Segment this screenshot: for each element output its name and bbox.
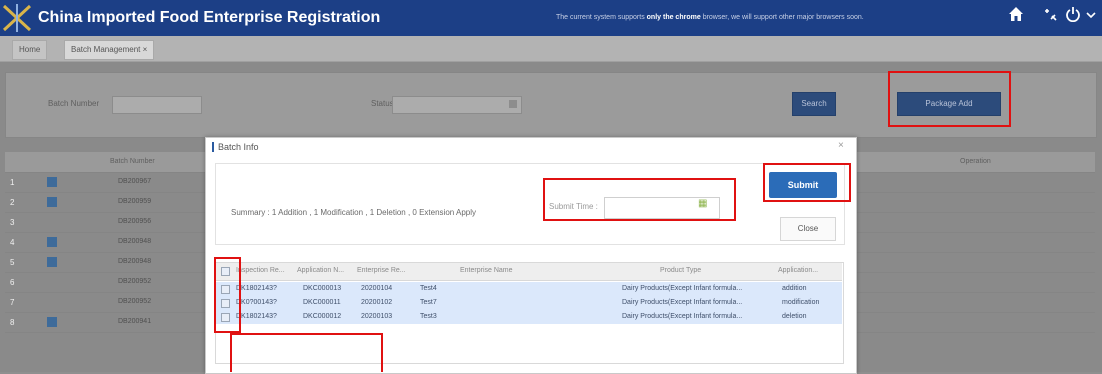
status-select[interactable] <box>392 96 522 114</box>
cell-inspection: DK1802143? <box>236 313 277 320</box>
cell-enterprise-name: Test7 <box>420 299 437 306</box>
close-icon[interactable]: × <box>838 140 844 151</box>
row-batch-number: DB200956 <box>118 218 152 225</box>
cell-inspection: DK0?00143? <box>236 299 277 306</box>
tab-batch-management[interactable]: Batch Management × <box>64 40 155 60</box>
cell-product-type: Dairy Products(Except Infant formula... <box>622 299 743 306</box>
pin-icon[interactable] <box>1039 6 1061 28</box>
cell-application-no: DKC000012 <box>303 313 342 320</box>
grid-header-operation: Operation <box>960 158 991 165</box>
row-number: 5 <box>10 258 15 267</box>
col-product-type: Product Type <box>660 267 702 274</box>
row-batch-number: DB200948 <box>118 258 152 265</box>
row-checkbox[interactable] <box>47 317 57 327</box>
col-enterprise-re: Enterprise Re... <box>357 267 406 274</box>
row-batch-number: DB200952 <box>118 298 152 305</box>
row-number: 2 <box>10 198 15 207</box>
col-enterprise-name: Enterprise Name <box>460 267 513 274</box>
summary-text: Summary : 1 Addition , 1 Modification , … <box>231 208 477 217</box>
cell-enterprise-name: Test3 <box>420 313 437 320</box>
col-inspection: Inspection Re... <box>236 267 285 274</box>
highlight-checkboxes <box>214 257 241 333</box>
title-accent <box>212 142 214 152</box>
search-button[interactable]: Search <box>792 92 836 116</box>
row-checkbox[interactable] <box>47 237 57 247</box>
close-button[interactable]: Close <box>780 217 836 241</box>
row-checkbox[interactable] <box>47 177 57 187</box>
cell-enterprise-name: Test4 <box>420 285 437 292</box>
cell-inspection: DK1802143? <box>236 285 277 292</box>
row-number: 7 <box>10 298 15 307</box>
col-application: Application... <box>778 267 819 274</box>
row-batch-number: DB200952 <box>118 278 152 285</box>
cell-enterprise-re: 20200104 <box>361 285 393 292</box>
row-number: 6 <box>10 278 15 287</box>
home-icon[interactable] <box>1005 6 1027 28</box>
cell-application-no: DKC000011 <box>303 299 341 306</box>
status-label: Status <box>371 99 394 108</box>
cell-application-no: DKC000013 <box>303 285 342 292</box>
power-icon[interactable] <box>1062 6 1084 28</box>
col-application-no: Application N... <box>297 267 345 274</box>
cell-application: addition <box>782 285 807 292</box>
cell-enterprise-re: 20200102 <box>361 299 393 306</box>
highlight-submit <box>763 163 851 202</box>
app-title: China Imported Food Enterprise Registrat… <box>38 9 381 26</box>
tab-home[interactable]: Home <box>12 40 48 60</box>
cell-product-type: Dairy Products(Except Infant formula... <box>622 285 743 292</box>
cell-product-type: Dairy Products(Except Infant formula... <box>622 313 743 320</box>
row-number: 4 <box>10 238 15 247</box>
row-number: 8 <box>10 318 15 327</box>
dropdown-arrow-icon <box>509 100 517 108</box>
highlight-package-add <box>888 71 1011 127</box>
tab-bar <box>0 36 1102 62</box>
row-batch-number: DB200959 <box>118 198 152 205</box>
grid-header-batch-number: Batch Number <box>110 158 155 165</box>
cell-enterprise-re: 20200103 <box>361 313 393 320</box>
row-checkbox[interactable] <box>47 197 57 207</box>
row-batch-number: DB200967 <box>118 178 152 185</box>
cell-application: deletion <box>782 313 807 320</box>
row-number: 1 <box>10 178 15 187</box>
highlight-empty-area <box>230 333 383 372</box>
batch-number-label: Batch Number <box>48 99 100 108</box>
highlight-submit-time <box>543 178 736 221</box>
dialog-title: Batch Info <box>218 142 259 152</box>
batch-number-input[interactable] <box>112 96 202 114</box>
row-number: 3 <box>10 218 15 227</box>
row-checkbox[interactable] <box>47 257 57 267</box>
chevron-down-icon[interactable] <box>1084 6 1098 28</box>
row-batch-number: DB200948 <box>118 238 152 245</box>
browser-notice: The current system supports only the chr… <box>556 14 864 21</box>
logo-icon <box>2 4 32 32</box>
cell-application: modification <box>782 299 820 306</box>
summary-panel <box>215 163 845 245</box>
row-batch-number: DB200941 <box>118 318 152 325</box>
